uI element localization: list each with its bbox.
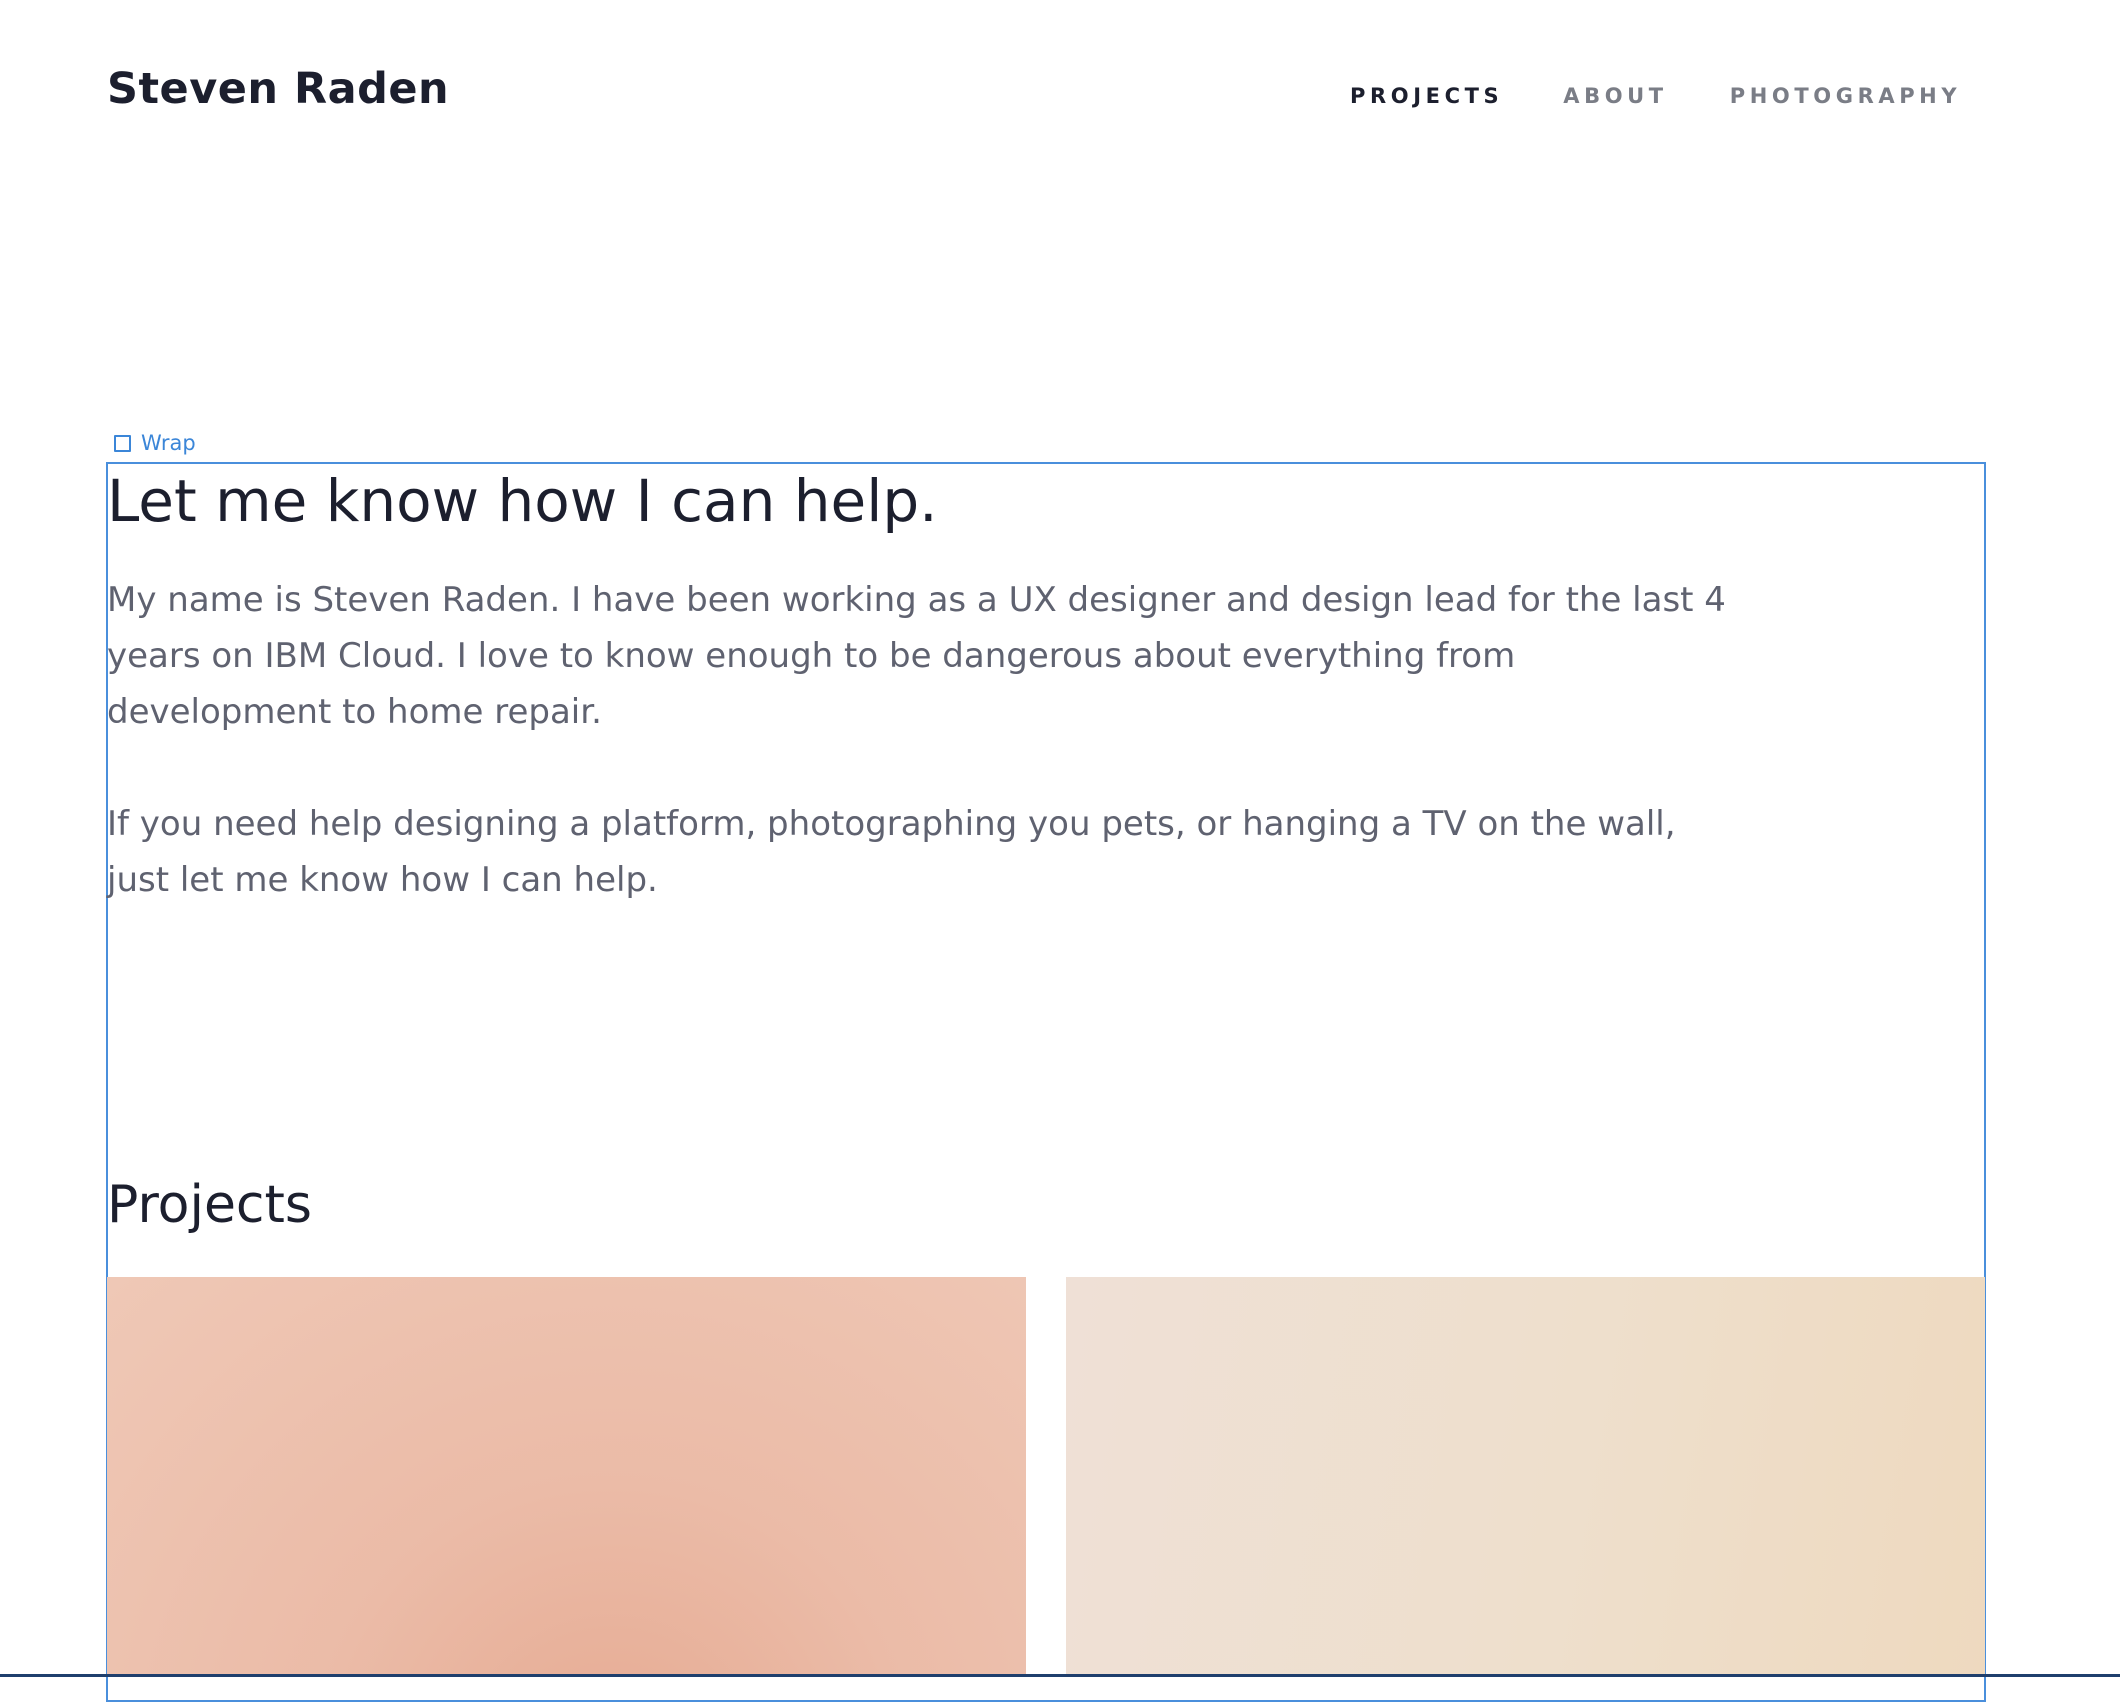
- wrap-label: Wrap: [141, 431, 196, 455]
- bottom-divider: [0, 1674, 2120, 1677]
- project-card-image[interactable]: [107, 1277, 1026, 1677]
- intro-paragraph: If you need help designing a platform, p…: [107, 804, 1676, 900]
- projects-heading: Projects: [107, 1175, 313, 1235]
- hero-title: Let me know how I can help.: [107, 467, 938, 535]
- project-cards: [107, 1277, 1985, 1677]
- main-nav: PROJECTS ABOUT PHOTOGRAPHY: [1350, 84, 1961, 108]
- nav-link-about[interactable]: ABOUT: [1563, 84, 1668, 108]
- nav-link-photography[interactable]: PHOTOGRAPHY: [1730, 84, 1961, 108]
- site-brand[interactable]: Steven Raden: [107, 64, 449, 114]
- site-header: Steven Raden PROJECTS ABOUT PHOTOGRAPHY: [0, 0, 2120, 190]
- square-icon: [114, 434, 131, 452]
- intro-text: My name is Steven Raden. I have been wor…: [107, 572, 1747, 964]
- nav-link-projects[interactable]: PROJECTS: [1350, 84, 1503, 108]
- intro-paragraph: My name is Steven Raden. I have been wor…: [107, 580, 1726, 732]
- project-card-image[interactable]: [1066, 1277, 1985, 1677]
- wrap-selection-tag[interactable]: Wrap: [114, 431, 196, 455]
